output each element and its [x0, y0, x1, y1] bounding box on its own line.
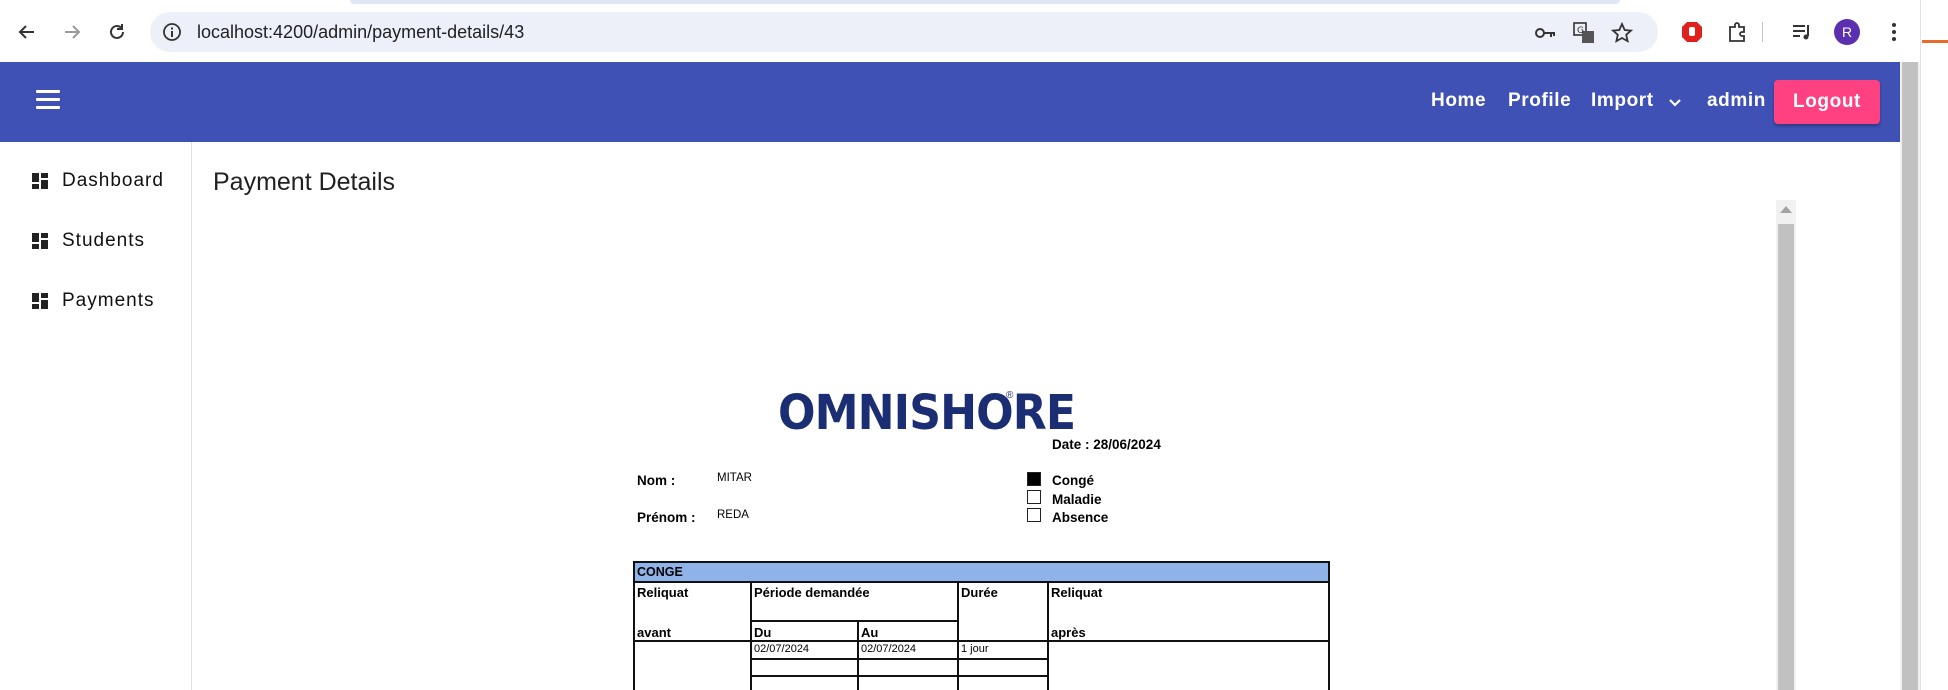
- prenom-value: REDA: [717, 509, 749, 521]
- table-line: [957, 581, 959, 690]
- sidebar-item-label: Dashboard: [62, 170, 164, 191]
- profile-avatar[interactable]: R: [1834, 19, 1860, 45]
- current-user-name: admin: [1707, 90, 1766, 111]
- sidebar-item-payments[interactable]: Payments: [32, 286, 154, 316]
- absence-label: Absence: [1052, 510, 1109, 525]
- absence-checkbox: [1027, 508, 1041, 522]
- page-title: Payment Details: [213, 168, 396, 196]
- table-line: [633, 581, 1330, 583]
- pdf-scrollbar[interactable]: [1776, 200, 1796, 690]
- password-key-icon[interactable]: [1534, 21, 1558, 45]
- table-line: [633, 640, 1330, 642]
- forward-icon[interactable]: [54, 14, 90, 50]
- reliquat-avant-header: Reliquat: [637, 585, 689, 600]
- nom-value: MITAR: [717, 472, 752, 484]
- maladie-label: Maladie: [1052, 492, 1102, 507]
- sidebar-item-label: Payments: [62, 290, 155, 311]
- logo-registered-mark: ®: [1006, 390, 1014, 401]
- table-line: [750, 675, 1049, 677]
- hamburger-menu-icon[interactable]: [36, 90, 62, 110]
- side-panel-indicator: [1922, 40, 1948, 43]
- translate-icon[interactable]: G: [1572, 21, 1596, 45]
- sidebar-item-dashboard[interactable]: Dashboard: [32, 166, 164, 196]
- app-root: localhost:4200/admin/payment-details/43 …: [0, 0, 1948, 690]
- row1-duree-cell: 1 jour: [961, 643, 989, 655]
- conge-section-title: CONGE: [637, 565, 683, 579]
- url-text[interactable]: localhost:4200/admin/payment-details/43: [197, 22, 524, 43]
- reliquat-apres-subheader: après: [1051, 625, 1086, 640]
- conge-checkbox: [1027, 472, 1041, 486]
- du-header: Du: [754, 625, 772, 640]
- svg-text:G: G: [1577, 26, 1584, 36]
- extensions-icon[interactable]: [1724, 18, 1752, 46]
- page-scrollbar[interactable]: [1900, 62, 1920, 690]
- bookmark-star-icon[interactable]: [1610, 21, 1634, 45]
- browser-side-panel: ←: [1920, 0, 1948, 690]
- omnishore-logo: OMNISHORE: [778, 385, 1076, 441]
- maladie-checkbox: [1027, 490, 1041, 504]
- nav-home-link[interactable]: Home: [1431, 90, 1486, 112]
- reload-icon[interactable]: [99, 14, 135, 50]
- toolbar-separator: [1762, 22, 1763, 42]
- document-date: Date : 28/06/2024: [1052, 437, 1161, 452]
- conge-label: Congé: [1052, 473, 1094, 488]
- table-line: [1047, 581, 1049, 690]
- more-menu-icon[interactable]: [1880, 18, 1908, 46]
- duree-header: Durée: [961, 585, 998, 600]
- dashboard-icon: [32, 173, 48, 189]
- reliquat-avant-subheader: avant: [637, 625, 671, 640]
- scroll-up-arrow-icon[interactable]: [1780, 206, 1792, 213]
- browser-toolbar: localhost:4200/admin/payment-details/43 …: [0, 0, 1948, 62]
- reliquat-apres-header: Reliquat: [1051, 585, 1103, 600]
- chevron-down-icon[interactable]: [1668, 96, 1682, 110]
- row1-du-cell: 02/07/2024: [754, 643, 810, 655]
- address-bar[interactable]: localhost:4200/admin/payment-details/43 …: [150, 12, 1658, 52]
- table-line: [750, 658, 1049, 660]
- site-info-icon[interactable]: [162, 22, 182, 42]
- prenom-label: Prénom :: [637, 510, 696, 525]
- sidebar-nav: Dashboard Students Payments: [0, 142, 192, 690]
- au-header: Au: [861, 625, 879, 640]
- logout-button[interactable]: Logout: [1774, 80, 1880, 124]
- media-control-icon[interactable]: [1788, 18, 1816, 46]
- dashboard-icon: [32, 293, 48, 309]
- nav-import-menu[interactable]: Import: [1591, 90, 1654, 112]
- dashboard-icon: [32, 233, 48, 249]
- nom-label: Nom :: [637, 473, 676, 488]
- tab-strip-edge: [350, 0, 1620, 4]
- sidebar-item-students[interactable]: Students: [32, 226, 145, 256]
- table-line: [750, 620, 959, 622]
- table-line: [857, 621, 859, 690]
- row1-au-cell: 02/07/2024: [861, 643, 917, 655]
- table-line: [750, 581, 752, 690]
- nav-profile-link[interactable]: Profile: [1508, 90, 1571, 112]
- back-icon[interactable]: [9, 14, 45, 50]
- periode-header: Période demandée: [754, 585, 870, 600]
- app-toolbar: Home Profile Import admin Logout: [0, 62, 1900, 142]
- sidebar-item-label: Students: [62, 230, 145, 251]
- page-scrollbar-thumb[interactable]: [1902, 62, 1918, 690]
- pdf-scrollbar-thumb[interactable]: [1778, 224, 1794, 690]
- conge-header-row: [635, 563, 1328, 581]
- adblock-icon[interactable]: [1678, 18, 1706, 46]
